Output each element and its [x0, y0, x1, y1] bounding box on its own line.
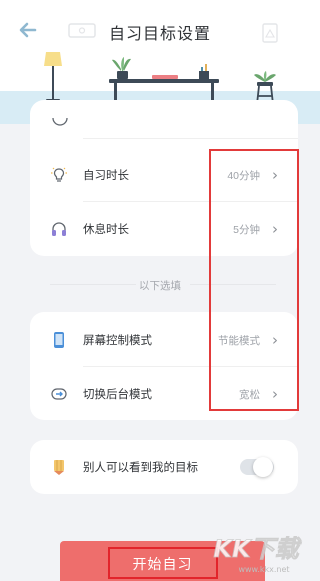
- headphones-icon: [52, 222, 66, 236]
- visibility-card: 别人可以看到我的目标: [30, 440, 298, 494]
- toggle-knob: [253, 457, 273, 477]
- visibility-label: 别人可以看到我的目标: [83, 462, 198, 474]
- screen-control-label: 屏幕控制模式: [83, 335, 152, 347]
- visibility-row: 别人可以看到我的目标: [30, 442, 298, 492]
- svg-text:KK下载: KK下载: [213, 535, 302, 563]
- picture-frame-icon: [262, 23, 278, 43]
- annotation-highlight-box: [209, 149, 299, 411]
- break-duration-label: 休息时长: [83, 224, 129, 236]
- phone-icon: [54, 332, 64, 348]
- svg-text:www.kkx.net: www.kkx.net: [238, 565, 289, 574]
- study-duration-label: 自习时长: [83, 170, 129, 182]
- partial-row-icon: [52, 118, 68, 126]
- watermark-logo: KK下载 www.kkx.net: [213, 535, 303, 574]
- row-divider: [83, 138, 298, 139]
- visibility-toggle[interactable]: [240, 457, 274, 477]
- background-switch-label: 切换后台模式: [83, 389, 152, 401]
- switch-icon: [51, 388, 67, 400]
- lightbulb-icon: [51, 167, 67, 182]
- pencil-icon: [54, 460, 64, 475]
- floor-lamp-icon: [44, 52, 62, 102]
